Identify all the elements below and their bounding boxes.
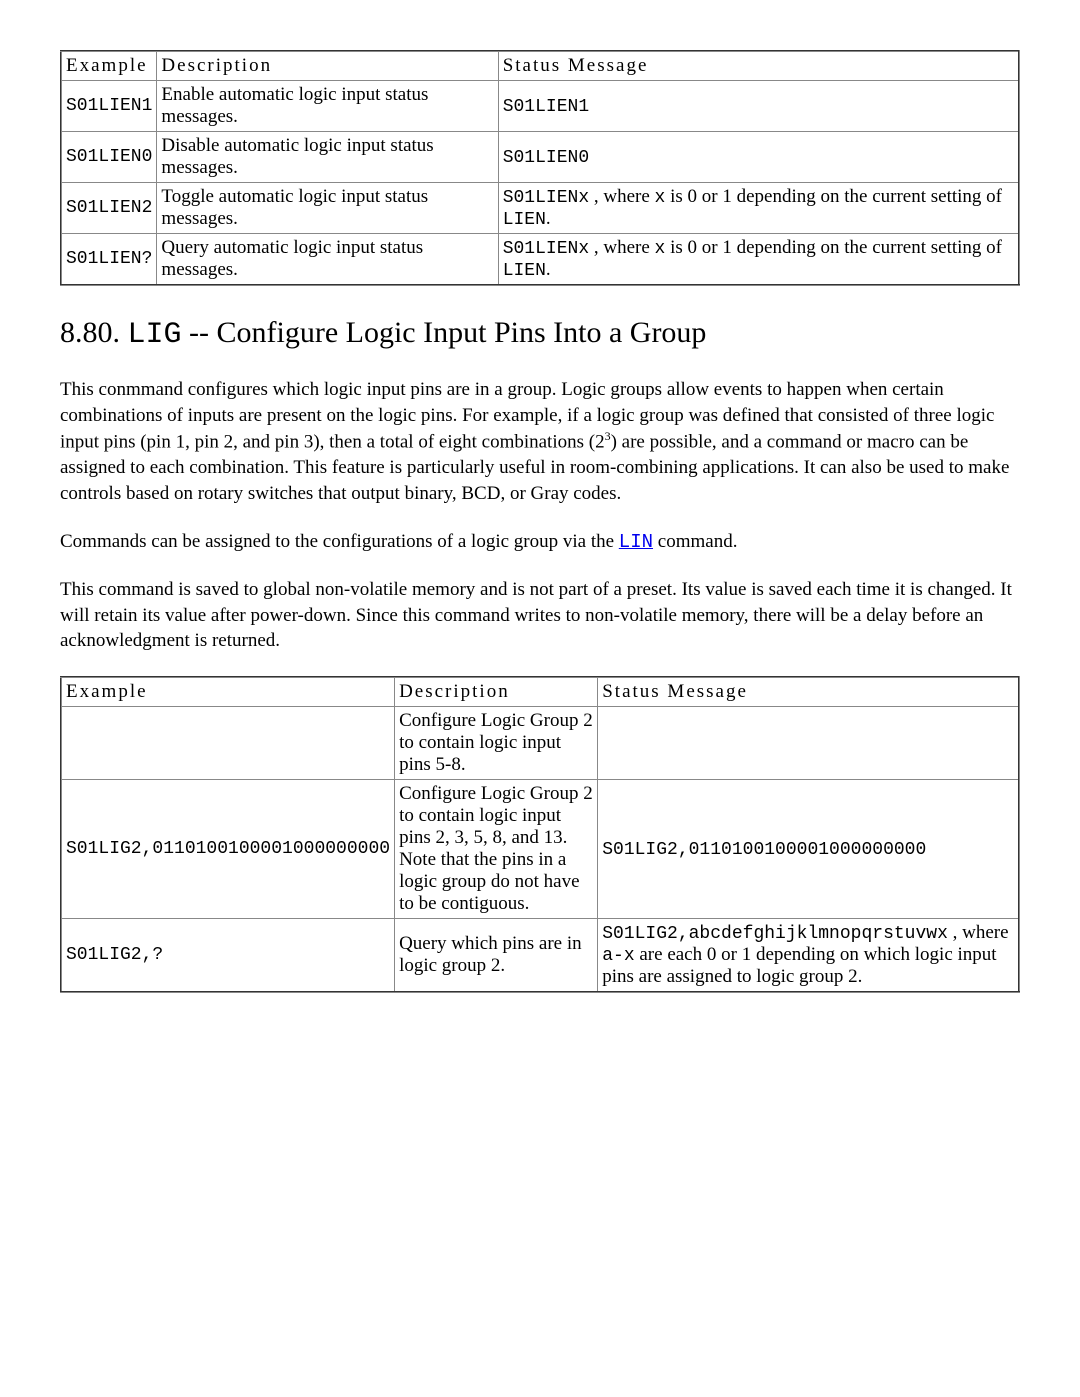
section-heading-lig: 8.80. LIG -- Configure Logic Input Pins … — [60, 316, 1020, 352]
status-var: a-x — [602, 946, 634, 966]
lin-link[interactable]: LIN — [619, 531, 653, 553]
desc-cell: Toggle automatic logic input status mess… — [157, 183, 498, 234]
example-cell: S01LIG2,0110100100001000000000 — [61, 780, 395, 919]
example-cell: S01LIEN1 — [61, 81, 157, 132]
heading-number: 8.80. — [60, 316, 128, 349]
status-text: , where — [589, 237, 654, 258]
status-code: S01LIG2,0110100100001000000000 — [602, 840, 926, 860]
status-code: S01LIEN1 — [503, 97, 589, 117]
desc-cell: Disable automatic logic input status mes… — [157, 132, 498, 183]
heading-title: -- Configure Logic Input Pins Into a Gro… — [182, 316, 707, 349]
table-row: S01LIEN2 Toggle automatic logic input st… — [61, 183, 1019, 234]
paragraph-nvmem: This command is saved to global non-vola… — [60, 577, 1020, 654]
para-text: Commands can be assigned to the configur… — [60, 531, 619, 552]
para-text: command. — [653, 531, 737, 552]
status-text: are each 0 or 1 depending on which logic… — [602, 944, 996, 987]
desc-cell: Configure Logic Group 2 to contain logic… — [395, 707, 598, 780]
paragraph-intro: This conmmand configures which logic inp… — [60, 377, 1020, 507]
status-text: . — [546, 208, 551, 229]
status-cell: S01LIG2,abcdefghijklmnopqrstuvwx , where… — [598, 919, 1019, 993]
desc-cell: Query which pins are in logic group 2. — [395, 919, 598, 993]
example-cell: S01LIEN0 — [61, 132, 157, 183]
status-ref: LIEN — [503, 210, 546, 230]
desc-cell: Query automatic logic input status messa… — [157, 234, 498, 286]
status-code: S01LIEN0 — [503, 148, 589, 168]
status-code: S01LIENx — [503, 239, 589, 259]
table-row: S01LIG2,0110100100001000000000 Configure… — [61, 780, 1019, 919]
status-var: x — [655, 239, 666, 259]
table-row: Configure Logic Group 2 to contain logic… — [61, 707, 1019, 780]
table-row: S01LIEN1 Enable automatic logic input st… — [61, 81, 1019, 132]
status-cell: S01LIEN1 — [498, 81, 1019, 132]
example-cell: S01LIEN? — [61, 234, 157, 286]
lien-examples-table: Example Description Status Message S01LI… — [60, 50, 1020, 286]
status-cell: S01LIENx , where x is 0 or 1 depending o… — [498, 234, 1019, 286]
lig-examples-table: Example Description Status Message Confi… — [60, 676, 1020, 993]
example-cell — [61, 707, 395, 780]
status-var: x — [655, 188, 666, 208]
desc-cell: Enable automatic logic input status mess… — [157, 81, 498, 132]
table-header-row: Example Description Status Message — [61, 51, 1019, 81]
status-cell: S01LIEN0 — [498, 132, 1019, 183]
status-ref: LIEN — [503, 261, 546, 281]
status-cell — [598, 707, 1019, 780]
status-text: is 0 or 1 depending on the current setti… — [665, 237, 1002, 258]
example-cell: S01LIEN2 — [61, 183, 157, 234]
col-status: Status Message — [498, 51, 1019, 81]
status-code: S01LIG2,abcdefghijklmnopqrstuvwx — [602, 924, 948, 944]
paragraph-lin-ref: Commands can be assigned to the configur… — [60, 529, 1020, 556]
status-code: S01LIENx — [503, 188, 589, 208]
table-row: S01LIEN? Query automatic logic input sta… — [61, 234, 1019, 286]
table-row: S01LIEN0 Disable automatic logic input s… — [61, 132, 1019, 183]
status-text: , where — [948, 922, 1009, 943]
table-header-row: Example Description Status Message — [61, 677, 1019, 707]
example-cell: S01LIG2,? — [61, 919, 395, 993]
col-description: Description — [157, 51, 498, 81]
status-cell: S01LIENx , where x is 0 or 1 depending o… — [498, 183, 1019, 234]
col-example: Example — [61, 51, 157, 81]
desc-cell: Configure Logic Group 2 to contain logic… — [395, 780, 598, 919]
status-text: . — [546, 259, 551, 280]
col-example: Example — [61, 677, 395, 707]
status-text: , where — [589, 186, 654, 207]
col-description: Description — [395, 677, 598, 707]
status-cell: S01LIG2,0110100100001000000000 — [598, 780, 1019, 919]
table-row: S01LIG2,? Query which pins are in logic … — [61, 919, 1019, 993]
col-status: Status Message — [598, 677, 1019, 707]
heading-code: LIG — [128, 318, 182, 352]
status-text: is 0 or 1 depending on the current setti… — [665, 186, 1002, 207]
